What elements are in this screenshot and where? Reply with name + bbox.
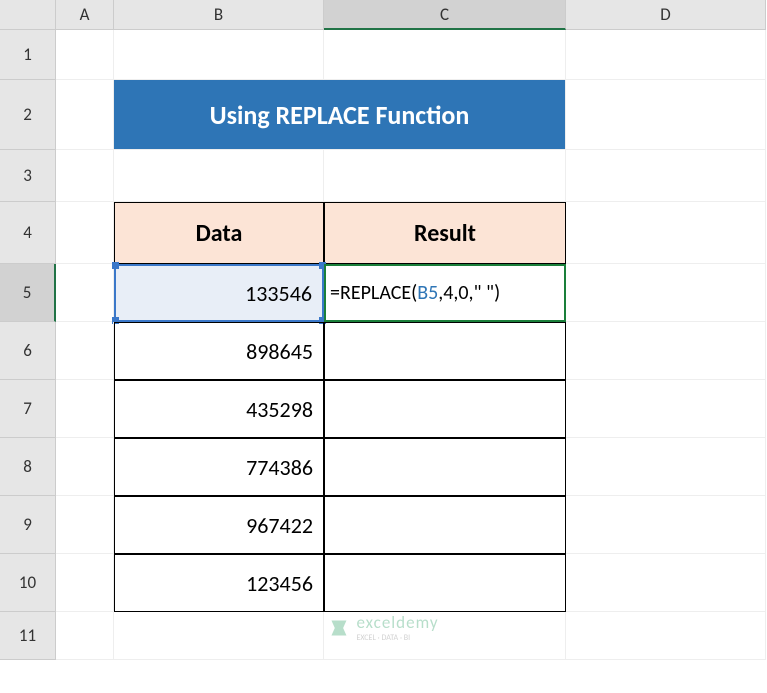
cell-b3[interactable] [114, 150, 324, 202]
cell-d11[interactable] [566, 612, 766, 660]
row-header-4[interactable]: 4 [0, 202, 56, 264]
data-cell-b7[interactable]: 435298 [114, 380, 324, 438]
cell-d7[interactable] [566, 380, 766, 438]
cell-a7[interactable] [56, 380, 114, 438]
cell-d8[interactable] [566, 438, 766, 496]
cell-d10[interactable] [566, 554, 766, 612]
cell-c3[interactable] [324, 150, 566, 202]
row-header-8[interactable]: 8 [0, 438, 56, 496]
title-banner[interactable]: Using REPLACE Function [114, 80, 566, 150]
logo-icon [328, 618, 348, 638]
cell-d3[interactable] [566, 150, 766, 202]
cell-b1[interactable] [114, 30, 324, 80]
cell-a3[interactable] [56, 150, 114, 202]
row-headers: 1234567891011 [0, 30, 56, 660]
data-cell-b10[interactable]: 123456 [114, 554, 324, 612]
result-cell-c10[interactable] [324, 554, 566, 612]
select-all-corner[interactable] [0, 0, 56, 30]
column-headers: ABCD [56, 0, 766, 30]
watermark: exceldemy EXCEL · DATA · BI [328, 612, 438, 643]
column-header-b[interactable]: B [114, 0, 324, 30]
cell-d9[interactable] [566, 496, 766, 554]
cell-a6[interactable] [56, 322, 114, 380]
result-cell-c9[interactable] [324, 496, 566, 554]
formula-text[interactable]: =REPLACE(B5,4,0," ") [330, 281, 500, 305]
row-header-6[interactable]: 6 [0, 322, 56, 380]
column-header-a[interactable]: A [56, 0, 114, 30]
row-header-10[interactable]: 10 [0, 554, 56, 612]
data-cell-b9[interactable]: 967422 [114, 496, 324, 554]
row-header-11[interactable]: 11 [0, 612, 56, 660]
grid: Using REPLACE Function DataResult133546=R… [56, 30, 766, 660]
cell-a11[interactable] [56, 612, 114, 660]
cell-d5[interactable] [566, 264, 766, 322]
data-cell-b8[interactable]: 774386 [114, 438, 324, 496]
data-cell-b5[interactable]: 133546 [114, 264, 324, 322]
row-header-5[interactable]: 5 [0, 264, 56, 322]
column-header-c[interactable]: C [324, 0, 566, 30]
row-header-1[interactable]: 1 [0, 30, 56, 80]
cell-a2[interactable] [56, 80, 114, 150]
cell-d2[interactable] [566, 80, 766, 150]
column-header-d[interactable]: D [566, 0, 766, 30]
cell-a8[interactable] [56, 438, 114, 496]
row-header-3[interactable]: 3 [0, 150, 56, 202]
result-cell-c8[interactable] [324, 438, 566, 496]
row-header-2[interactable]: 2 [0, 80, 56, 150]
cell-a9[interactable] [56, 496, 114, 554]
data-cell-b6[interactable]: 898645 [114, 322, 324, 380]
cell-d6[interactable] [566, 322, 766, 380]
cell-d4[interactable] [566, 202, 766, 264]
watermark-tag: EXCEL · DATA · BI [356, 633, 438, 643]
cell-b11[interactable] [114, 612, 324, 660]
cell-a1[interactable] [56, 30, 114, 80]
formula-editing-cell[interactable]: =REPLACE(B5,4,0," ") [324, 264, 566, 322]
selection-handle[interactable] [112, 262, 119, 269]
cell-a5[interactable] [56, 264, 114, 322]
header-result[interactable]: Result [324, 202, 566, 264]
result-cell-c7[interactable] [324, 380, 566, 438]
cell-a4[interactable] [56, 202, 114, 264]
watermark-name: exceldemy [356, 612, 438, 633]
row-header-9[interactable]: 9 [0, 496, 56, 554]
row-header-7[interactable]: 7 [0, 380, 56, 438]
cell-d1[interactable] [566, 30, 766, 80]
header-data[interactable]: Data [114, 202, 324, 264]
result-cell-c6[interactable] [324, 322, 566, 380]
cell-c1[interactable] [324, 30, 566, 80]
cell-a10[interactable] [56, 554, 114, 612]
